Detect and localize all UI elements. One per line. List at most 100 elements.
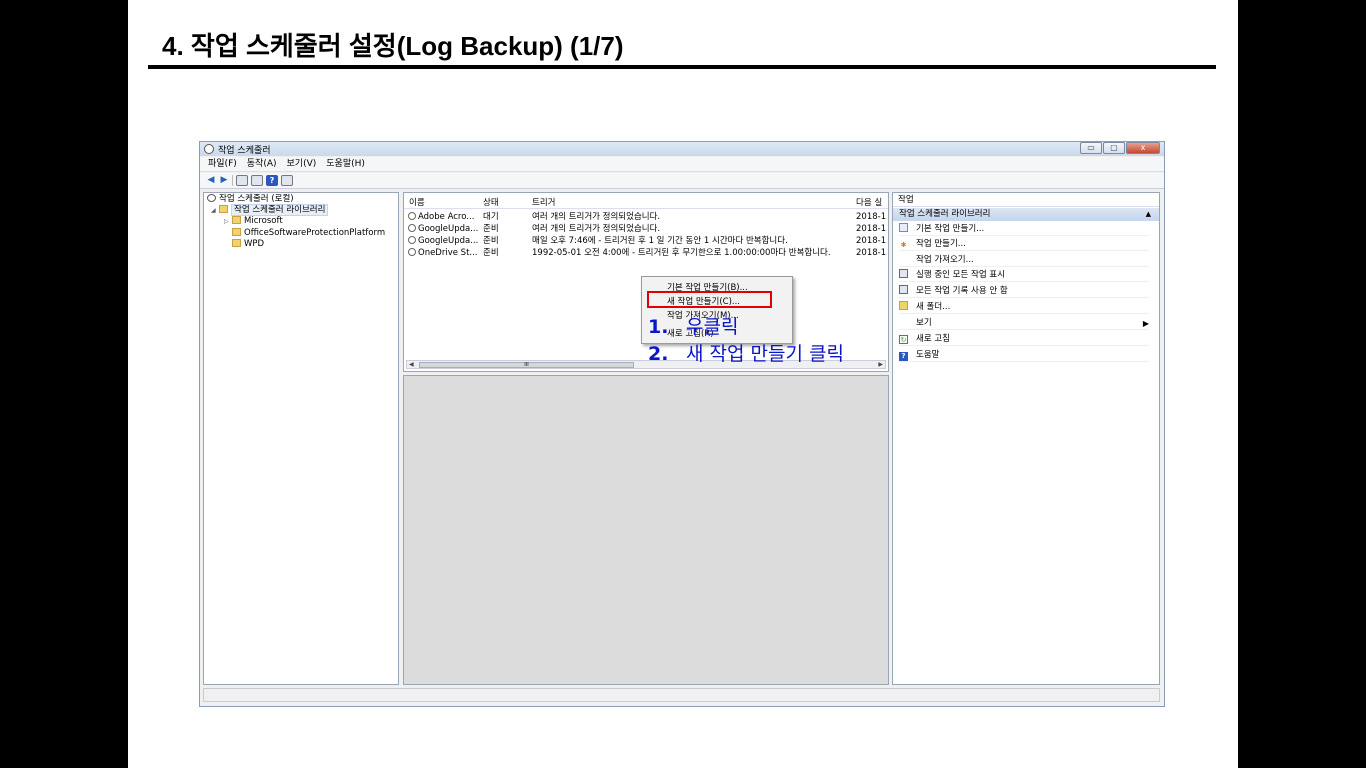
menu-action[interactable]: 동작(A) bbox=[247, 157, 277, 171]
menu-view[interactable]: 보기(V) bbox=[287, 157, 317, 171]
up-folder-icon[interactable] bbox=[236, 175, 248, 186]
highlight-box bbox=[647, 291, 772, 308]
action-label: 작업 가져오기... bbox=[916, 255, 974, 265]
action-help[interactable]: ? 도움말 bbox=[899, 349, 1149, 362]
back-arrow-icon[interactable]: ◀ bbox=[206, 175, 216, 186]
action-view[interactable]: 보기 ▶ bbox=[899, 317, 1149, 330]
folder-icon bbox=[232, 228, 241, 236]
actions-section-library[interactable]: 작업 스케줄러 라이브러리 ▲ bbox=[893, 208, 1159, 221]
history-icon bbox=[899, 285, 908, 294]
folder-icon bbox=[232, 216, 241, 224]
library-folder-icon bbox=[219, 205, 228, 213]
table-row[interactable]: Adobe Acro... 대기 여러 개의 트리거가 정의되었습니다. 201… bbox=[404, 211, 888, 223]
menu-file[interactable]: 파일(F) bbox=[208, 157, 237, 171]
collapsed-arrow-icon[interactable]: ▷ bbox=[224, 216, 232, 227]
window-titlebar[interactable]: 작업 스케줄러 ▭ ▢ x bbox=[200, 142, 1164, 156]
action-create-task[interactable]: ✱ 작업 만들기... bbox=[899, 238, 1149, 251]
task-name: GoogleUpda... bbox=[418, 224, 479, 234]
actions-pane: 작업 작업 스케줄러 라이브러리 ▲ 기본 작업 만들기... ✱ 작업 만들기.… bbox=[892, 192, 1160, 685]
table-row[interactable]: OneDrive St... 준비 1992-05-01 오전 4:00에 - … bbox=[404, 247, 888, 259]
forward-arrow-icon[interactable]: ▶ bbox=[219, 175, 229, 186]
action-import-task[interactable]: 작업 가져오기... bbox=[899, 254, 1149, 267]
tree-item-microsoft[interactable]: ▷ Microsoft bbox=[224, 216, 283, 227]
table-row[interactable]: GoogleUpda... 준비 여러 개의 트리거가 정의되었습니다. 201… bbox=[404, 223, 888, 235]
minimize-button[interactable]: ▭ bbox=[1080, 142, 1102, 154]
action-label: 모든 작업 기록 사용 안 함 bbox=[916, 286, 1008, 296]
maximize-button[interactable]: ▢ bbox=[1103, 142, 1125, 154]
close-button[interactable]: x bbox=[1126, 142, 1160, 154]
actions-section-label: 작업 스케줄러 라이브러리 bbox=[899, 209, 991, 219]
task-next-run: 2018-1 bbox=[856, 248, 887, 258]
task-detail-pane bbox=[403, 375, 889, 685]
task-trigger: 1992-05-01 오전 4:00에 - 트리거된 후 무기한으로 1.00:… bbox=[532, 248, 831, 258]
tree-item-wpd[interactable]: WPD bbox=[232, 239, 264, 250]
action-new-folder[interactable]: 새 폴더... bbox=[899, 301, 1149, 314]
task-next-run: 2018-1 bbox=[856, 236, 887, 246]
action-refresh[interactable]: ↻ 새로 고침 bbox=[899, 333, 1149, 346]
menu-help[interactable]: 도움말(H) bbox=[326, 157, 365, 171]
clock-icon bbox=[207, 194, 216, 202]
scroll-left-icon[interactable]: ◀ bbox=[409, 361, 414, 369]
tree-root-label: 작업 스케줄러 (로컬) bbox=[219, 194, 294, 204]
scroll-thumb[interactable]: III bbox=[419, 362, 634, 368]
task-name: Adobe Acro... bbox=[418, 212, 475, 222]
slide: 4. 작업 스케줄러 설정(Log Backup) (1/7) 작업 스케줄러 … bbox=[128, 0, 1238, 768]
column-trigger[interactable]: 트리거 bbox=[532, 197, 555, 209]
action-label: 실행 중인 모든 작업 표시 bbox=[916, 270, 1006, 280]
action-label: 새로 고침 bbox=[916, 334, 950, 344]
task-status: 대기 bbox=[483, 212, 499, 222]
table-row[interactable]: GoogleUpda... 준비 매일 오후 7:46에 - 트리거된 후 1 … bbox=[404, 235, 888, 247]
title-underline bbox=[148, 65, 1216, 69]
status-bar bbox=[203, 688, 1160, 702]
actions-header: 작업 bbox=[893, 193, 1159, 207]
action-label: 작업 만들기... bbox=[916, 239, 966, 249]
refresh-icon: ↻ bbox=[899, 335, 908, 344]
tree-library[interactable]: ◢ 작업 스케줄러 라이브러리 bbox=[211, 204, 329, 216]
collapse-caret-icon[interactable]: ▲ bbox=[1146, 208, 1151, 221]
action-label: 보기 bbox=[916, 318, 932, 328]
step-text: 우클릭 bbox=[686, 316, 739, 338]
new-folder-icon bbox=[899, 301, 908, 310]
window-controls: ▭ ▢ x bbox=[1080, 142, 1160, 154]
task-status: 준비 bbox=[483, 248, 499, 258]
task-next-run: 2018-1 bbox=[856, 224, 887, 234]
column-next-run[interactable]: 다음 실 bbox=[856, 197, 882, 209]
tree-item-label: Microsoft bbox=[244, 216, 283, 226]
scroll-right-icon[interactable]: ▶ bbox=[878, 361, 883, 369]
tree-item-office[interactable]: OfficeSoftwareProtectionPlatform bbox=[232, 228, 385, 239]
task-clock-icon bbox=[408, 224, 416, 232]
window-title: 작업 스케줄러 bbox=[218, 146, 271, 156]
submenu-arrow-icon: ▶ bbox=[1142, 319, 1149, 328]
basic-task-icon bbox=[899, 223, 908, 232]
tree-item-label: OfficeSoftwareProtectionPlatform bbox=[244, 228, 386, 238]
column-status[interactable]: 상태 bbox=[483, 197, 499, 209]
show-hide-tree-icon[interactable] bbox=[251, 175, 263, 186]
task-status: 준비 bbox=[483, 236, 499, 246]
step-text: 새 작업 만들기 클릭 bbox=[686, 343, 844, 365]
toolbar-separator bbox=[232, 175, 233, 186]
step-number: 2. bbox=[648, 343, 669, 365]
help-icon: ? bbox=[899, 352, 908, 361]
task-next-run: 2018-1 bbox=[856, 212, 887, 222]
task-trigger: 여러 개의 트리거가 정의되었습니다. bbox=[532, 224, 661, 234]
task-name: OneDrive St... bbox=[418, 248, 478, 258]
action-disable-history[interactable]: 모든 작업 기록 사용 안 함 bbox=[899, 285, 1149, 298]
task-trigger: 매일 오후 7:46에 - 트리거된 후 1 일 기간 동안 1 시간마다 반복… bbox=[532, 236, 788, 246]
import-task-icon bbox=[899, 254, 908, 263]
help-icon[interactable]: ? bbox=[266, 175, 278, 186]
slide-title: 4. 작업 스케줄러 설정(Log Backup) (1/7) bbox=[162, 31, 624, 61]
tree-item-label: WPD bbox=[244, 239, 265, 249]
action-create-basic-task[interactable]: 기본 작업 만들기... bbox=[899, 223, 1149, 236]
view-icon bbox=[899, 317, 908, 326]
show-hide-action-pane-icon[interactable] bbox=[281, 175, 293, 186]
task-status: 준비 bbox=[483, 224, 499, 234]
task-clock-icon bbox=[408, 248, 416, 256]
step-number: 1. bbox=[648, 316, 669, 338]
expanded-arrow-icon[interactable]: ◢ bbox=[211, 205, 219, 216]
clock-icon bbox=[204, 144, 214, 154]
task-trigger: 여러 개의 트리거가 정의되었습니다. bbox=[532, 212, 661, 222]
column-name[interactable]: 이름 bbox=[409, 197, 425, 209]
task-name: GoogleUpda... bbox=[418, 236, 479, 246]
task-clock-icon bbox=[408, 236, 416, 244]
action-show-running-tasks[interactable]: 실행 중인 모든 작업 표시 bbox=[899, 269, 1149, 282]
